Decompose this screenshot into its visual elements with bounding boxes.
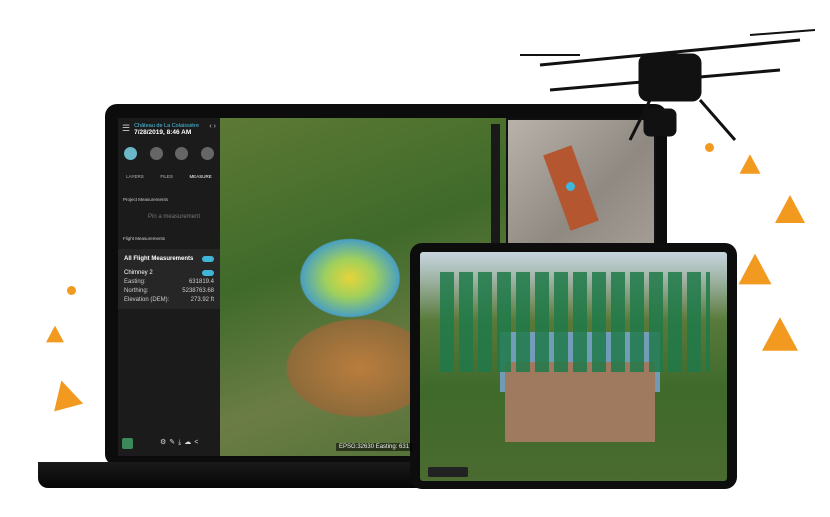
northing-value: 5238763.68	[182, 288, 214, 294]
measurement-name[interactable]: Chimney 2	[124, 270, 153, 276]
orange-pyramid	[46, 376, 84, 412]
prev-next-icon[interactable]: ‹ ›	[209, 123, 216, 130]
easting-label: Easting:	[124, 279, 146, 285]
flight-date[interactable]: 7/28/2019, 8:46 AM	[134, 129, 199, 136]
tab-measure[interactable]: MEASURE	[189, 174, 211, 179]
footer-tools[interactable]: ⚙✎⤓☁<	[160, 438, 201, 447]
all-flight-toggle[interactable]	[202, 256, 214, 262]
project-measurements-heading: Project Measurements	[123, 197, 169, 202]
measurement-marker[interactable]	[566, 182, 575, 191]
orange-pyramid	[739, 154, 761, 174]
all-flight-label: All Flight Measurements	[124, 256, 194, 262]
view-modes	[118, 147, 220, 160]
mode-grid-button[interactable]	[175, 147, 189, 160]
mode-more-button[interactable]	[200, 147, 214, 160]
orange-pyramid	[46, 325, 64, 343]
elevation-label: Elevation (DEM):	[124, 297, 170, 303]
drone	[520, 29, 816, 141]
camera-frustums	[440, 272, 710, 372]
elevation-value: 273.92 ft	[190, 297, 214, 303]
orange-pyramid	[762, 317, 798, 351]
globe-icon[interactable]	[122, 438, 133, 449]
menu-icon[interactable]: ☰	[122, 123, 130, 134]
orange-dot	[67, 286, 76, 295]
chateau	[505, 362, 655, 442]
view-controls[interactable]	[428, 467, 468, 477]
orange-dot	[705, 143, 714, 152]
chimney-toggle[interactable]	[202, 270, 214, 276]
flight-measurements-heading: Flight Measurements	[123, 236, 166, 241]
mode-2d-button[interactable]	[124, 147, 138, 160]
tab-layers[interactable]: LAYERS	[126, 174, 143, 179]
easting-value: 631819.4	[188, 279, 214, 285]
mode-timeline-button[interactable]	[149, 147, 163, 160]
3d-view[interactable]	[420, 252, 727, 481]
status-bar: EPSG:32630 Easting: 631	[336, 443, 413, 451]
pin-measurement[interactable]: Pin a measurement	[148, 214, 220, 220]
tablet	[410, 243, 737, 489]
map-toolbar[interactable]	[491, 124, 500, 244]
tab-files[interactable]: FILES	[160, 174, 173, 179]
orange-pyramid	[738, 253, 772, 285]
sidebar: ☰ Château de La Colaissière 7/28/2019, 8…	[118, 118, 220, 456]
northing-label: Northing:	[124, 288, 149, 294]
orange-pyramid	[775, 195, 805, 223]
